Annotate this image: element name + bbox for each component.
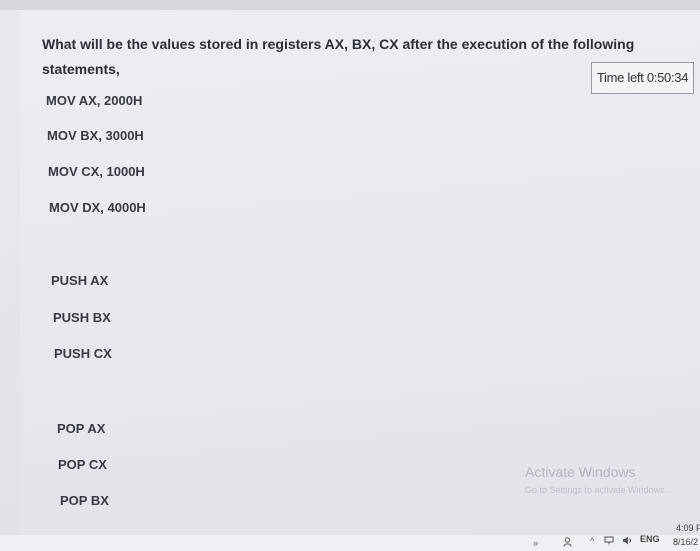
screen: What will be the values stored in regist… [0, 0, 700, 551]
network-icon-graphic [604, 536, 614, 545]
browser-top-strip [0, 0, 700, 10]
chevron-right-icon[interactable]: » [533, 538, 538, 548]
statement-10: POP BX [60, 493, 109, 508]
chevron-up-icon[interactable]: ^ [590, 536, 594, 546]
activate-windows-watermark: Activate Windows Go to Settings to activ… [525, 464, 667, 498]
activate-windows-subtitle: Go to Settings to activate Windows. [525, 485, 668, 495]
statement-4: MOV DX, 4000H [49, 200, 146, 215]
time-left-box: Time left 0:50:34 [591, 62, 694, 94]
network-icon[interactable] [604, 536, 614, 547]
language-indicator[interactable]: ENG [640, 534, 660, 544]
clock-date[interactable]: 8/16/2 [673, 537, 698, 547]
clock-time[interactable]: 4:09 P [676, 523, 700, 533]
statement-3: MOV CX, 1000H [48, 164, 145, 179]
statement-7: PUSH CX [54, 346, 112, 361]
statement-8: POP AX [57, 421, 106, 436]
statement-1: MOV AX, 2000H [46, 93, 143, 108]
volume-icon[interactable] [622, 536, 633, 547]
activate-windows-title: Activate Windows [525, 464, 636, 480]
statement-6: PUSH BX [53, 310, 111, 325]
taskbar [0, 535, 700, 551]
person-icon[interactable] [563, 537, 572, 549]
statement-5: PUSH AX [51, 273, 109, 288]
statement-9: POP CX [58, 457, 107, 472]
volume-icon-graphic [623, 536, 631, 545]
person-icon-graphic [563, 537, 572, 547]
statement-2: MOV BX, 3000H [47, 128, 144, 143]
question-text: What will be the values stored in regist… [42, 36, 635, 77]
